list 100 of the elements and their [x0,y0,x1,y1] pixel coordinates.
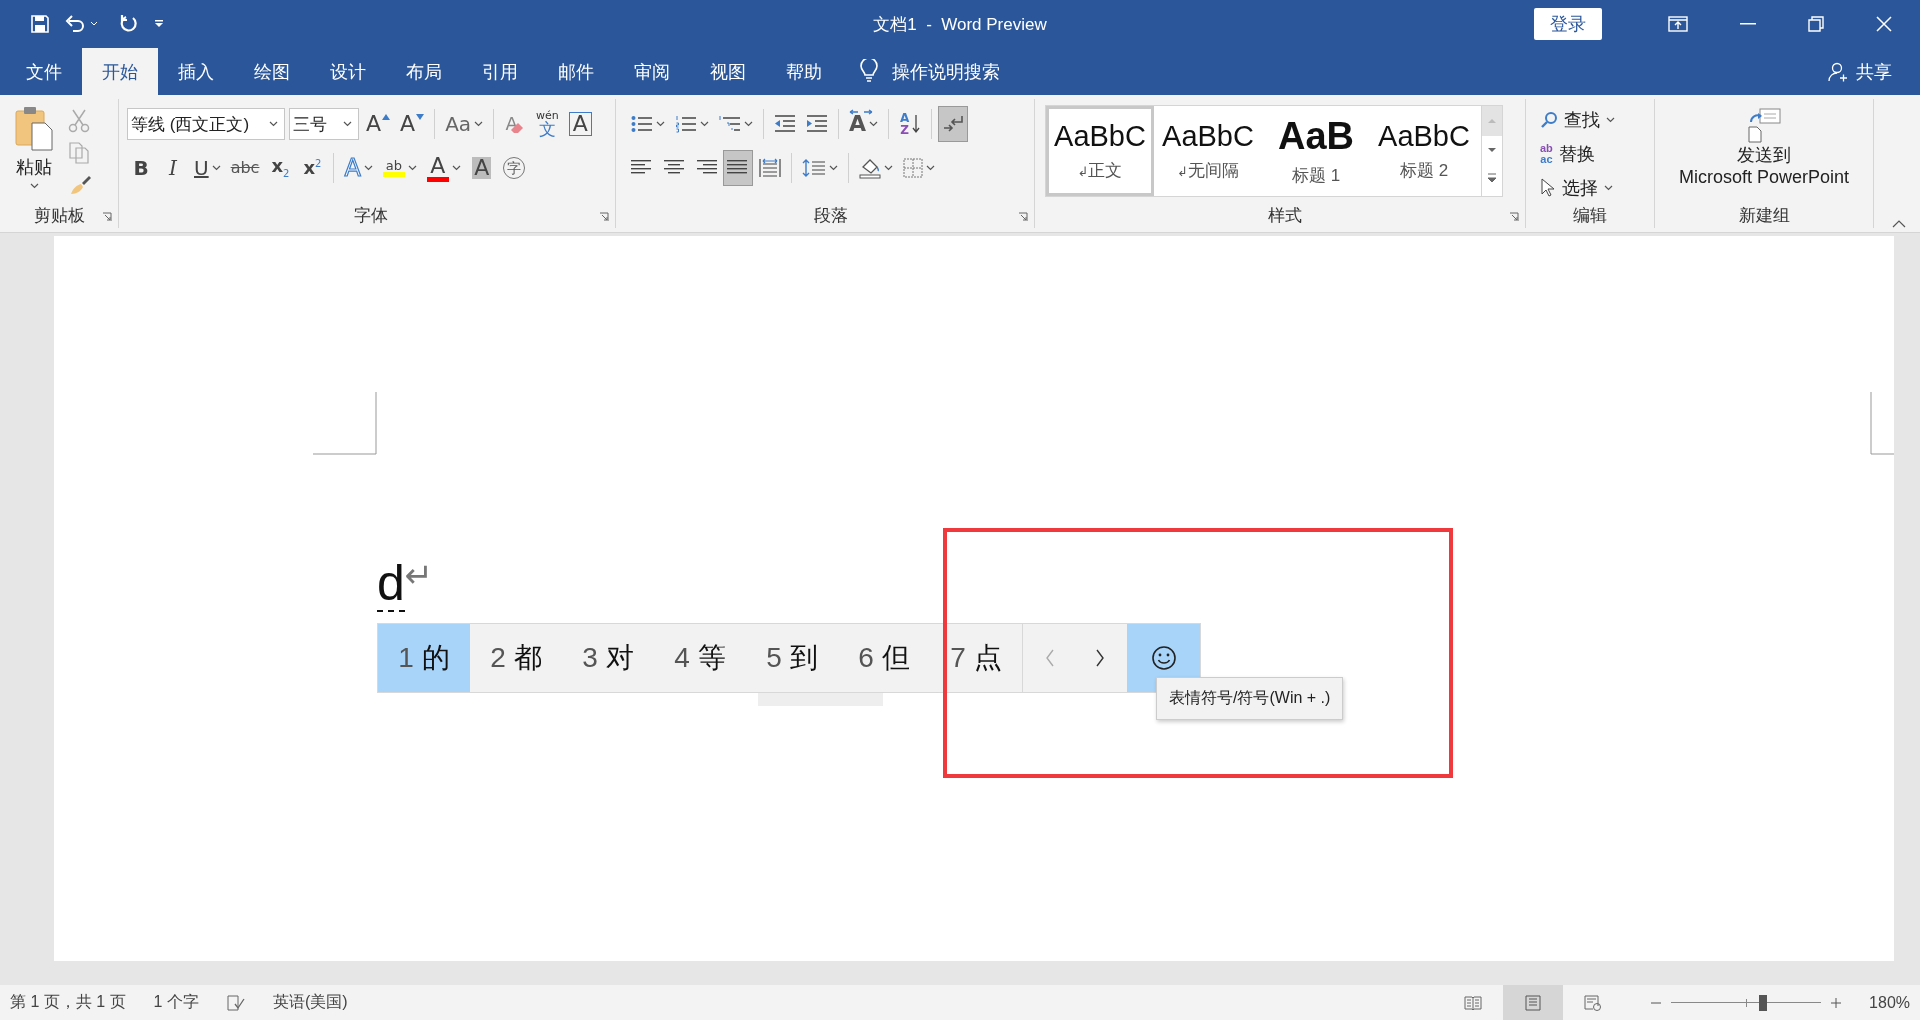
line-spacing-icon [802,158,826,178]
sort-button[interactable]: A Z [896,107,925,141]
send-to-powerpoint-button[interactable]: 发送到 Microsoft PowerPoint [1655,107,1873,188]
dialog-launcher-icon[interactable] [1018,212,1028,222]
caret-icon [269,121,278,127]
subscript-button[interactable]: x$_{2}$ [266,151,295,185]
group-label: 新建组 [1738,204,1790,227]
candidate-item[interactable]: 1 的 [378,624,470,692]
ribbon-tab[interactable]: 开始 [82,48,158,95]
ribbon-tab[interactable]: 设计 [310,48,386,95]
caret-icon[interactable] [90,21,98,27]
close-icon[interactable] [1876,16,1892,32]
tell-me-search[interactable]: 操作说明搜索 [892,48,1000,95]
share-button[interactable]: 共享 [1828,48,1920,95]
arrows-icon [942,114,965,134]
paintbrush-icon[interactable] [68,173,92,197]
dialog-launcher-icon[interactable] [102,212,112,222]
word-count: 1 个字 [153,992,199,1012]
group-label: 编辑 [1573,205,1607,227]
ribbon-tab[interactable]: 视图 [690,48,766,95]
page-icon [1525,994,1542,1011]
customize-icon[interactable] [154,20,164,28]
case-button[interactable]: Aa [442,107,487,141]
cursor-icon [1540,178,1556,198]
zoom-slider[interactable] [1671,996,1822,1009]
restore-icon[interactable] [1808,16,1824,32]
caret-icon [29,183,39,189]
candidate-item[interactable]: 5 到 [746,624,838,692]
dialog-launcher-icon[interactable] [599,212,609,222]
ribbon-tab[interactable]: 绘图 [234,48,310,95]
justify-button[interactable] [724,151,752,185]
strike-button[interactable]: abc [227,151,263,185]
corner-mark [1870,392,1894,455]
candidate-item[interactable]: 2 都 [470,624,562,692]
superscript-button[interactable]: x$^{2}$ [298,151,327,185]
caret-icon [1606,117,1615,123]
candidate-item[interactable]: 4 等 [654,624,746,692]
collapse-ribbon-icon[interactable] [1892,220,1906,228]
language-status[interactable]: 英语(美国) [272,992,348,1013]
style-item[interactable]: AaBbC ↲正文 [1046,106,1154,196]
marks-button[interactable] [939,107,968,141]
multilevel-list-icon [719,115,741,133]
save-icon[interactable] [30,14,50,34]
highlight-button[interactable]: ab [379,151,420,185]
indent-icon [774,115,796,133]
asian-button[interactable]: A [846,107,882,141]
web-page-icon [1584,994,1603,1011]
style-item[interactable]: AaBbC 标题 2 [1370,106,1478,196]
shrink-button[interactable]: A [397,107,428,141]
ribbon-tab[interactable]: 邮件 [538,48,614,95]
color-button[interactable]: A [423,151,464,185]
caret-icon [343,121,352,127]
ribbon-tab[interactable]: 帮助 [766,48,842,95]
ribbon-tab[interactable]: 审阅 [614,48,690,95]
indent-icon [806,115,828,133]
search-icon [1540,111,1558,129]
ribbon-tab[interactable]: 文件 [6,48,82,95]
book-icon [1464,995,1483,1010]
find-button[interactable]: 查找 [1540,105,1654,135]
underline-button[interactable]: U [191,151,224,185]
triangle-icon [416,114,425,120]
proofing-icon[interactable] [226,994,245,1011]
window-title: 文档1 - Word Preview [873,13,1047,36]
slides-icon [1746,107,1782,143]
dialog-launcher-icon[interactable] [1509,212,1519,222]
borders-icon [903,158,923,178]
lightbulb-icon [860,59,878,83]
ribbon-tab[interactable]: 布局 [386,48,462,95]
group-label: 样式 [1268,204,1302,227]
next-icon[interactable] [1095,649,1105,667]
page-count: 第 1 页，共 1 页 [10,992,126,1012]
ribbon-display-icon[interactable] [1668,16,1688,32]
candidate-item[interactable]: 7 点 [930,624,1022,692]
phonetic-button[interactable]: wén 文 [533,107,562,141]
tooltip: 表情符号/符号(Win + .) [1156,677,1344,720]
shading-button[interactable]: A [467,151,496,185]
redo-icon[interactable] [118,13,140,35]
zoom-slider-thumb[interactable] [1758,994,1767,1011]
candidate-item[interactable]: 6 但 [838,624,930,692]
group-label: 段落 [814,204,848,227]
grow-button[interactable]: A [363,107,394,141]
font-size-dropdown[interactable]: 三号 [289,108,359,140]
numbered-list-icon [675,115,697,133]
bold-button[interactable]: B [127,151,155,185]
italic-button[interactable]: I [159,151,187,185]
undo-icon[interactable] [64,14,86,34]
paste-button[interactable]: 粘贴 [14,105,54,202]
zoom-in-icon[interactable] [1831,997,1842,1008]
paragraph-mark: ↵ [404,558,434,592]
distributed-icon [759,158,781,178]
zoom-level[interactable]: 180% [1869,993,1920,1012]
paint-bucket-icon [859,157,881,179]
candidate-item[interactable]: 3 对 [562,624,654,692]
style-item[interactable]: AaB 标题 1 [1262,106,1370,196]
ribbon-tab[interactable]: 引用 [462,48,538,95]
ribbon-tab[interactable]: 插入 [158,48,234,95]
font-name-dropdown[interactable]: 等线 (西文正文) [127,108,285,140]
select-button[interactable]: 选择 [1540,173,1654,203]
sign-in-button[interactable]: 登录 [1534,8,1602,40]
style-item[interactable]: AaBbC ↲无间隔 [1154,106,1262,196]
